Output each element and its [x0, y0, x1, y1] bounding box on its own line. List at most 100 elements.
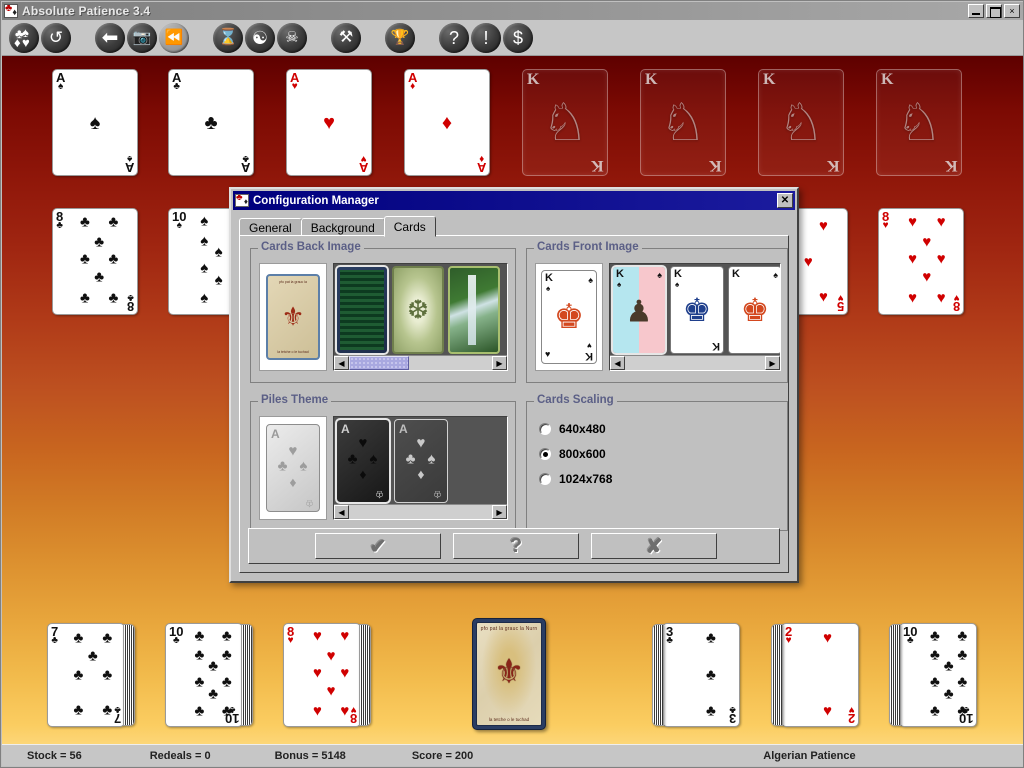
app-cards-icon: [4, 4, 18, 18]
tableau-card[interactable]: 10 ♣ 10 ♣ ♣ ♣ ♣ ♣ ♣ ♣ ♣ ♣ ♣ ♣: [889, 623, 977, 727]
tab-cards[interactable]: Cards: [383, 216, 436, 237]
foundation-card[interactable]: A ♦ A ♦ ♦: [404, 69, 490, 176]
restart-button[interactable]: ↺: [41, 22, 71, 53]
timer-hourglass-button[interactable]: ⌛: [213, 22, 243, 53]
card-pips: ♥ ♥ ♥ ♥ ♥ ♥ ♥ ♥: [312, 627, 350, 720]
scroll-left-icon[interactable]: ◀: [610, 356, 625, 370]
piles-thumb-dark[interactable]: A ♔ ♥ ♣ ♠ ♦: [335, 418, 391, 504]
main-toolbar: ♣ ♠ ♦ ♥ ↺ ⬅ 📷 ⏪ ⌛ ☯ ☠ ⚒ 🏆 ? ! $: [2, 20, 1023, 56]
stock-pile-card-back[interactable]: pfo pat la grauc la Nurn ⚜ la tetche o l…: [472, 618, 546, 730]
back-thumb-green-ornate[interactable]: ❆: [392, 266, 444, 354]
cards-back-listbox[interactable]: ❆ ◀ ▶: [333, 263, 508, 371]
cards-front-listbox[interactable]: K ♠ ♠ ♟ K ♠ K ♚ K ♠ ♚ ◀ ▶: [609, 263, 781, 371]
back-thumb-waterfall[interactable]: [448, 266, 500, 354]
application-window: Absolute Patience 3.4 × ♣♠♦♥ ↺ ⬅ 📷 ⏪ ⌛ ☯…: [0, 0, 1024, 768]
scroll-left-icon[interactable]: ◀: [334, 356, 349, 370]
high-scores-trophy-button[interactable]: 🏆: [385, 22, 415, 53]
king-ghost-icon: ♘: [777, 93, 825, 152]
scaling-option-800x600[interactable]: 800x600: [539, 447, 787, 461]
king-foundation-slot[interactable]: K ♘ K: [758, 69, 844, 176]
close-button[interactable]: ×: [1004, 4, 1020, 18]
scroll-right-icon[interactable]: ▶: [492, 505, 507, 519]
help-button[interactable]: ?: [453, 533, 579, 559]
scaling-option-640x480[interactable]: 640x480: [539, 422, 787, 436]
game-board[interactable]: A ♠ A ♠ ♠ A ♣ A ♣ ♣ A ♥ A ♥ ♥ A ♦ A ♦ ♦ K ♘ K K …: [2, 56, 1023, 746]
king-ghost-icon: ♘: [659, 93, 707, 152]
dialog-cards-icon: [235, 194, 249, 207]
radio-icon[interactable]: [539, 423, 551, 435]
foundation-card[interactable]: A ♥ A ♥ ♥: [286, 69, 372, 176]
scroll-right-icon[interactable]: ▶: [765, 356, 780, 370]
piles-preview-light: A ♔ ♥ ♣ ♠ ♦: [266, 424, 320, 512]
cancel-button[interactable]: ✘: [591, 533, 717, 559]
scaling-option-label: 800x600: [559, 447, 606, 461]
tableau-card[interactable]: 3 ♣ 3 ♣ ♣ ♣ ♣: [652, 623, 740, 727]
new-game-button[interactable]: ♣ ♠ ♦ ♥: [9, 22, 39, 53]
status-score: Score = 200: [411, 749, 474, 762]
cross-icon: ✘: [645, 535, 663, 558]
group-cards-scaling: Cards Scaling 640x480 800x600 1024x768: [526, 394, 788, 531]
king-slot-label: K: [881, 71, 894, 88]
front-thumb-classic[interactable]: K ♠ K ♚: [670, 266, 724, 354]
tab-label: Cards: [393, 219, 426, 234]
scaling-option-1024x768[interactable]: 1024x768: [539, 472, 787, 486]
configuration-tools-button[interactable]: ⚒: [331, 22, 361, 53]
group-piles-theme: Piles Theme A ♔ ♥ ♣ ♠ ♦ A ♔ ♥ ♣ ♠ ♦ A ♔ …: [250, 394, 516, 531]
card-pips: ♥: [323, 111, 335, 134]
tableau-card[interactable]: 8 ♥ 8 ♥ ♥ ♥ ♥ ♥ ♥ ♥ ♥ ♥: [283, 623, 371, 727]
snapshot-camera-button[interactable]: 📷: [127, 22, 157, 53]
dialog-close-button[interactable]: ✕: [777, 193, 793, 208]
cards-back-preview: ⚜ pfo pat la grauc la la tetche o le tuc…: [259, 263, 327, 371]
cards-front-scrollbar[interactable]: ◀ ▶: [610, 355, 780, 370]
register-dollar-button[interactable]: $: [503, 22, 533, 53]
status-bar: Stock = 56 Redeals = 0 Bonus = 5148 Scor…: [2, 744, 1023, 766]
king-foundation-slot[interactable]: K ♘ K: [522, 69, 608, 176]
king-foundation-slot[interactable]: K ♘ K: [876, 69, 962, 176]
minimize-button[interactable]: [968, 4, 984, 18]
scroll-right-icon[interactable]: ▶: [492, 356, 507, 370]
back-preview-heraldic: ⚜ pfo pat la grauc la la tetche o le tuc…: [266, 274, 320, 360]
auto-play-yin-yang-button[interactable]: ☯: [245, 22, 275, 53]
king-foundation-slot[interactable]: K ♘ K: [640, 69, 726, 176]
tableau-card[interactable]: 8 ♣ 8 ♣ ♣ ♣ ♣ ♣ ♣ ♣ ♣ ♣: [52, 208, 138, 315]
king-slot-label: K: [590, 157, 603, 174]
tab-label: General: [249, 220, 292, 235]
group-cards-front-image: Cards Front Image K ♠ K ♥ ♠ ♥ ♚ K ♠ ♠ ♟ …: [526, 241, 788, 383]
scroll-track[interactable]: [349, 356, 492, 370]
cards-back-scrollbar[interactable]: ◀ ▶: [334, 355, 507, 370]
help-question-button[interactable]: ?: [439, 22, 469, 53]
cards-front-preview: K ♠ K ♥ ♠ ♥ ♚: [535, 263, 603, 371]
scroll-thumb[interactable]: [349, 356, 409, 370]
group-legend: Cards Scaling: [534, 394, 617, 406]
cards-front-thumb-row: K ♠ ♠ ♟ K ♠ K ♚ K ♠ ♚: [611, 265, 780, 355]
scroll-track[interactable]: [349, 505, 492, 519]
piles-theme-listbox[interactable]: A ♔ ♥ ♣ ♠ ♦ A ♔ ♥ ♣ ♠ ♦ ◀ ▶: [333, 416, 508, 520]
radio-icon[interactable]: [539, 473, 551, 485]
configuration-manager-dialog[interactable]: Configuration Manager ✕ General Backgrou…: [229, 187, 799, 583]
abandon-skull-button[interactable]: ☠: [277, 22, 307, 53]
radio-icon-selected[interactable]: [539, 448, 551, 460]
ok-button[interactable]: ✔: [315, 533, 441, 559]
piles-theme-scrollbar[interactable]: ◀ ▶: [334, 504, 507, 519]
tableau-card[interactable]: 10 ♣ 10 ♣ ♣ ♣ ♣ ♣ ♣ ♣ ♣ ♣ ♣ ♣: [165, 623, 253, 727]
undo-button[interactable]: ⬅: [95, 22, 125, 53]
maximize-button[interactable]: [986, 4, 1002, 18]
foundation-card[interactable]: A ♠ A ♠ ♠: [52, 69, 138, 176]
tableau-card[interactable]: 2 ♥ 2 ♥ ♥ ♥: [771, 623, 859, 727]
scroll-left-icon[interactable]: ◀: [334, 505, 349, 519]
front-thumb-antique[interactable]: K ♠ ♚: [728, 266, 780, 354]
card-pips: ♠: [89, 111, 101, 134]
card-pips: ♥ ♥ ♥ ♥ ♥ ♥ ♥ ♥: [908, 213, 946, 307]
tableau-card[interactable]: 8 ♥ 8 ♥ ♥ ♥ ♥ ♥ ♥ ♥ ♥ ♥: [878, 208, 964, 315]
card-pips: ♣ ♣ ♣ ♣ ♣ ♣ ♣ ♣ ♣ ♣: [194, 627, 232, 720]
piles-theme-thumb-row: A ♔ ♥ ♣ ♠ ♦ A ♔ ♥ ♣ ♠ ♦: [335, 418, 505, 504]
tableau-card[interactable]: 7 ♣ 7 ♣ ♣ ♣ ♣ ♣ ♣ ♣ ♣: [47, 623, 135, 727]
back-thumb-heraldic[interactable]: [335, 265, 389, 355]
group-legend: Piles Theme: [258, 394, 332, 406]
foundation-card[interactable]: A ♣ A ♣ ♣: [168, 69, 254, 176]
piles-thumb-light[interactable]: A ♔ ♥ ♣ ♠ ♦: [394, 419, 448, 503]
front-thumb-persian[interactable]: K ♠ ♠ ♟: [611, 265, 667, 355]
scroll-track[interactable]: [625, 356, 765, 370]
card-back-crest-icon: ⚜: [493, 652, 525, 691]
hint-exclamation-button[interactable]: !: [471, 22, 501, 53]
